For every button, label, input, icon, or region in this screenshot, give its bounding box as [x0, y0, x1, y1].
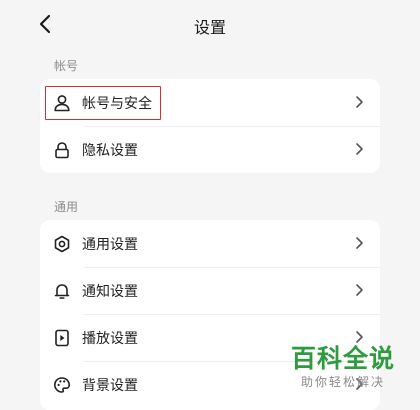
watermark-logo: 百科全说 助你轻松解决 — [280, 344, 406, 390]
gear-icon — [52, 234, 72, 254]
top-bar: 设置 — [0, 0, 420, 48]
general-settings-item[interactable]: 通用设置 — [40, 220, 380, 267]
account-security-item[interactable]: 帐号与安全 — [40, 79, 380, 126]
chevron-right-icon — [356, 96, 363, 108]
notification-settings-item[interactable]: 通知设置 — [40, 267, 380, 314]
chevron-right-icon — [356, 237, 363, 249]
privacy-settings-item[interactable]: 隐私设置 — [40, 126, 380, 173]
bell-icon — [52, 281, 72, 301]
notification-settings-label: 通知设置 — [82, 283, 138, 300]
chevron-right-icon — [356, 143, 363, 155]
playback-settings-label: 播放设置 — [82, 330, 138, 347]
page-title: 设置 — [193, 18, 226, 37]
privacy-settings-label: 隐私设置 — [82, 142, 138, 159]
palette-icon — [52, 375, 72, 395]
lock-icon — [52, 140, 72, 160]
chevron-right-icon — [356, 284, 363, 296]
background-settings-label: 背景设置 — [82, 377, 138, 394]
general-settings-label: 通用设置 — [82, 236, 138, 253]
watermark-main-text: 百科全说 — [290, 344, 395, 373]
chevron-right-icon — [356, 331, 363, 343]
account-settings-card: 帐号与安全 隐私设置 — [40, 79, 380, 173]
account-security-label: 帐号与安全 — [82, 95, 152, 112]
play-icon — [52, 328, 72, 348]
watermark-sub-text: 助你轻松解决 — [300, 375, 385, 389]
section-label-account: 帐号 — [54, 59, 79, 73]
user-icon — [52, 93, 72, 113]
section-label-general: 通用 — [54, 200, 79, 214]
